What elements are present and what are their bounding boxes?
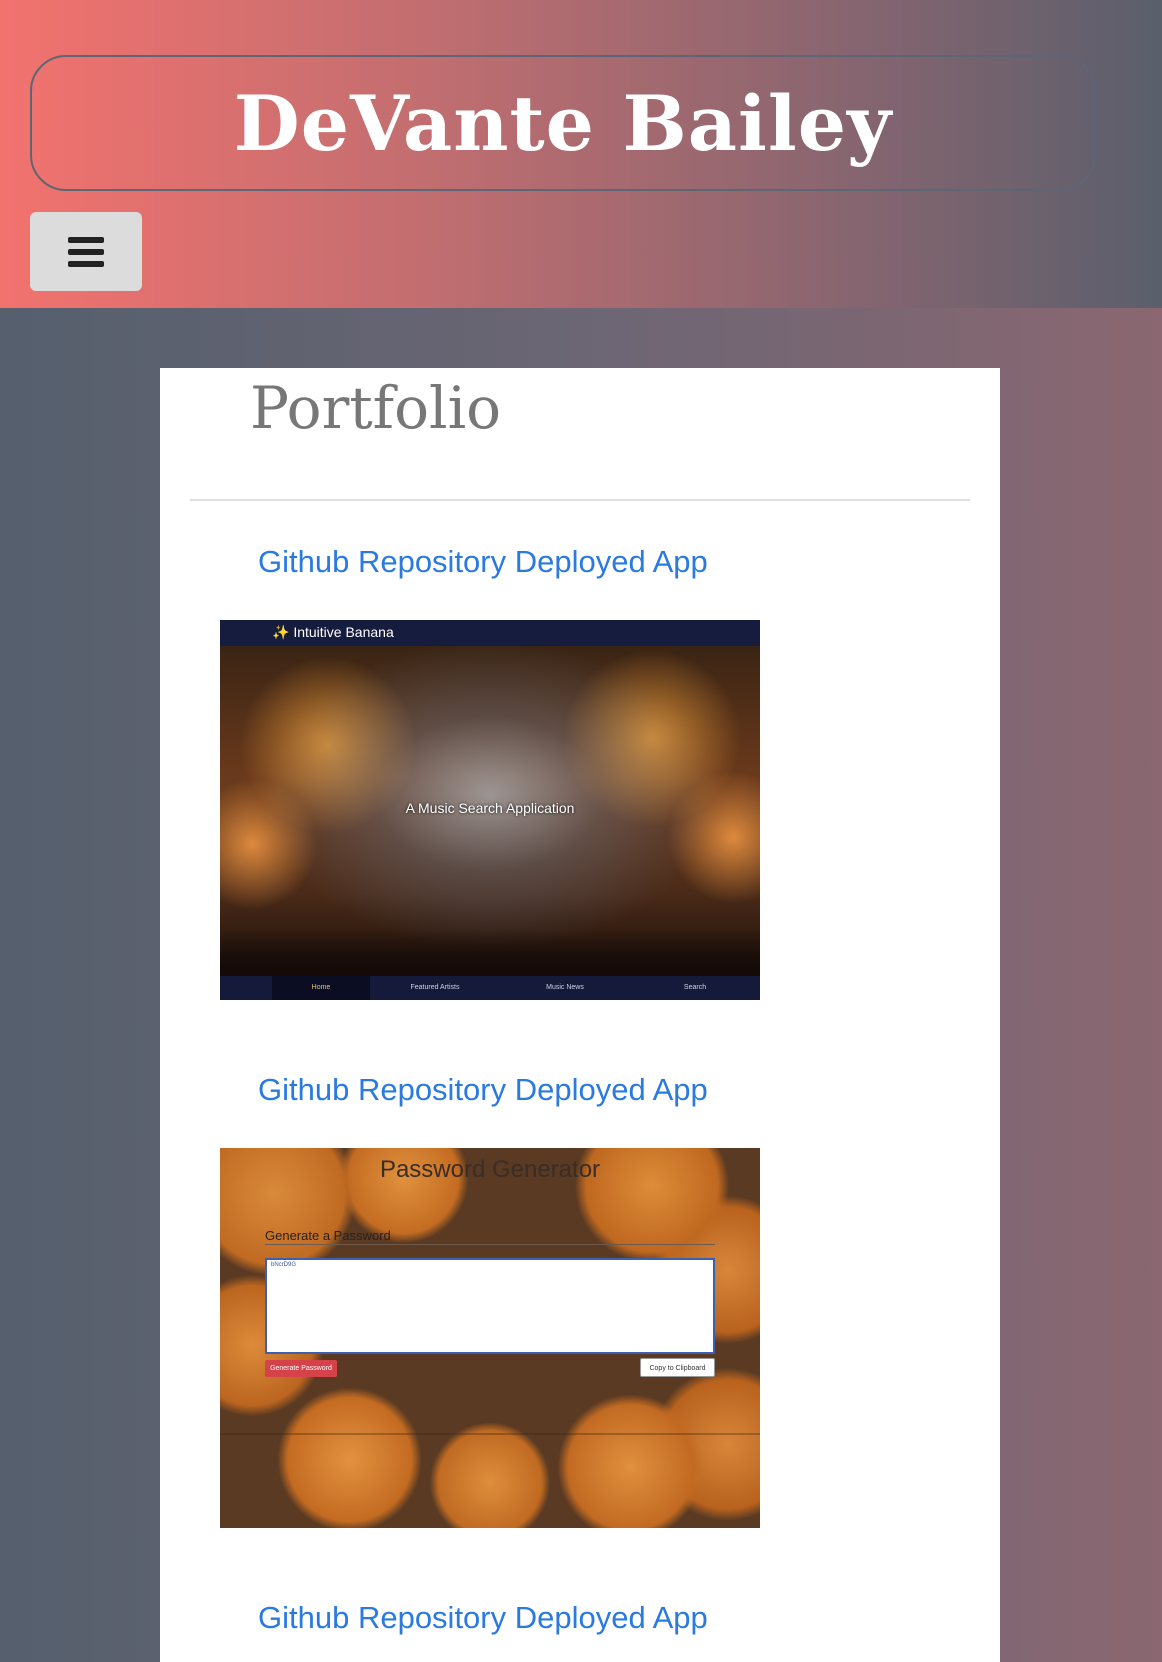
screenshot-tagline: A Music Search Application — [405, 800, 575, 816]
screenshot-password-value: bNcrD9G — [271, 1262, 297, 1268]
screenshot-subtitle: Generate a Password — [265, 1228, 391, 1243]
screenshot-nav-item: Music News — [546, 984, 584, 991]
project-screenshot-music-search[interactable]: ✨ Intuitive Banana A Music Search Applic… — [220, 620, 760, 1000]
project-links: Github Repository Deployed App — [258, 544, 708, 580]
screenshot-nav-item: Search — [683, 984, 707, 991]
title-box: DeVante Bailey — [30, 55, 1096, 191]
screenshot-brand: ✨ Intuitive Banana — [272, 624, 394, 640]
project-links: Github Repository Deployed App — [258, 1072, 708, 1108]
deployed-app-link[interactable]: Deployed App — [515, 1072, 708, 1107]
screenshot-password-box: bNcrD9G — [265, 1258, 715, 1354]
github-repo-link[interactable]: Github Repository — [258, 544, 506, 579]
site-title: DeVante Bailey — [233, 78, 893, 168]
github-repo-link[interactable]: Github Repository — [258, 1600, 506, 1635]
portfolio-card: Portfolio Github Repository Deployed App… — [160, 368, 1000, 1662]
divider — [190, 499, 970, 501]
screenshot-nav-item: Featured Artists — [410, 984, 460, 991]
screenshot-nav-item: Home — [272, 976, 370, 1000]
github-repo-link[interactable]: Github Repository — [258, 1072, 506, 1107]
project-links: Github Repository Deployed App — [258, 1600, 708, 1636]
screenshot-separator — [220, 1433, 760, 1435]
screenshot-divider — [265, 1244, 715, 1245]
screenshot-copy-button: Copy to Clipboard — [640, 1358, 715, 1377]
project-screenshot-password-generator[interactable]: Password Generator Generate a Password b… — [220, 1148, 760, 1528]
screenshot-navbar: Home Featured Artists Music News Search — [220, 976, 760, 1000]
site-header: DeVante Bailey — [0, 0, 1162, 308]
screenshot-title: Password Generator — [379, 1156, 601, 1183]
screenshot-generate-button: Generate Password — [265, 1360, 337, 1377]
page-title: Portfolio — [250, 374, 502, 442]
deployed-app-link[interactable]: Deployed App — [515, 544, 708, 579]
hamburger-menu-icon — [68, 236, 104, 267]
deployed-app-link[interactable]: Deployed App — [515, 1600, 708, 1635]
menu-toggle-button[interactable] — [30, 212, 142, 291]
